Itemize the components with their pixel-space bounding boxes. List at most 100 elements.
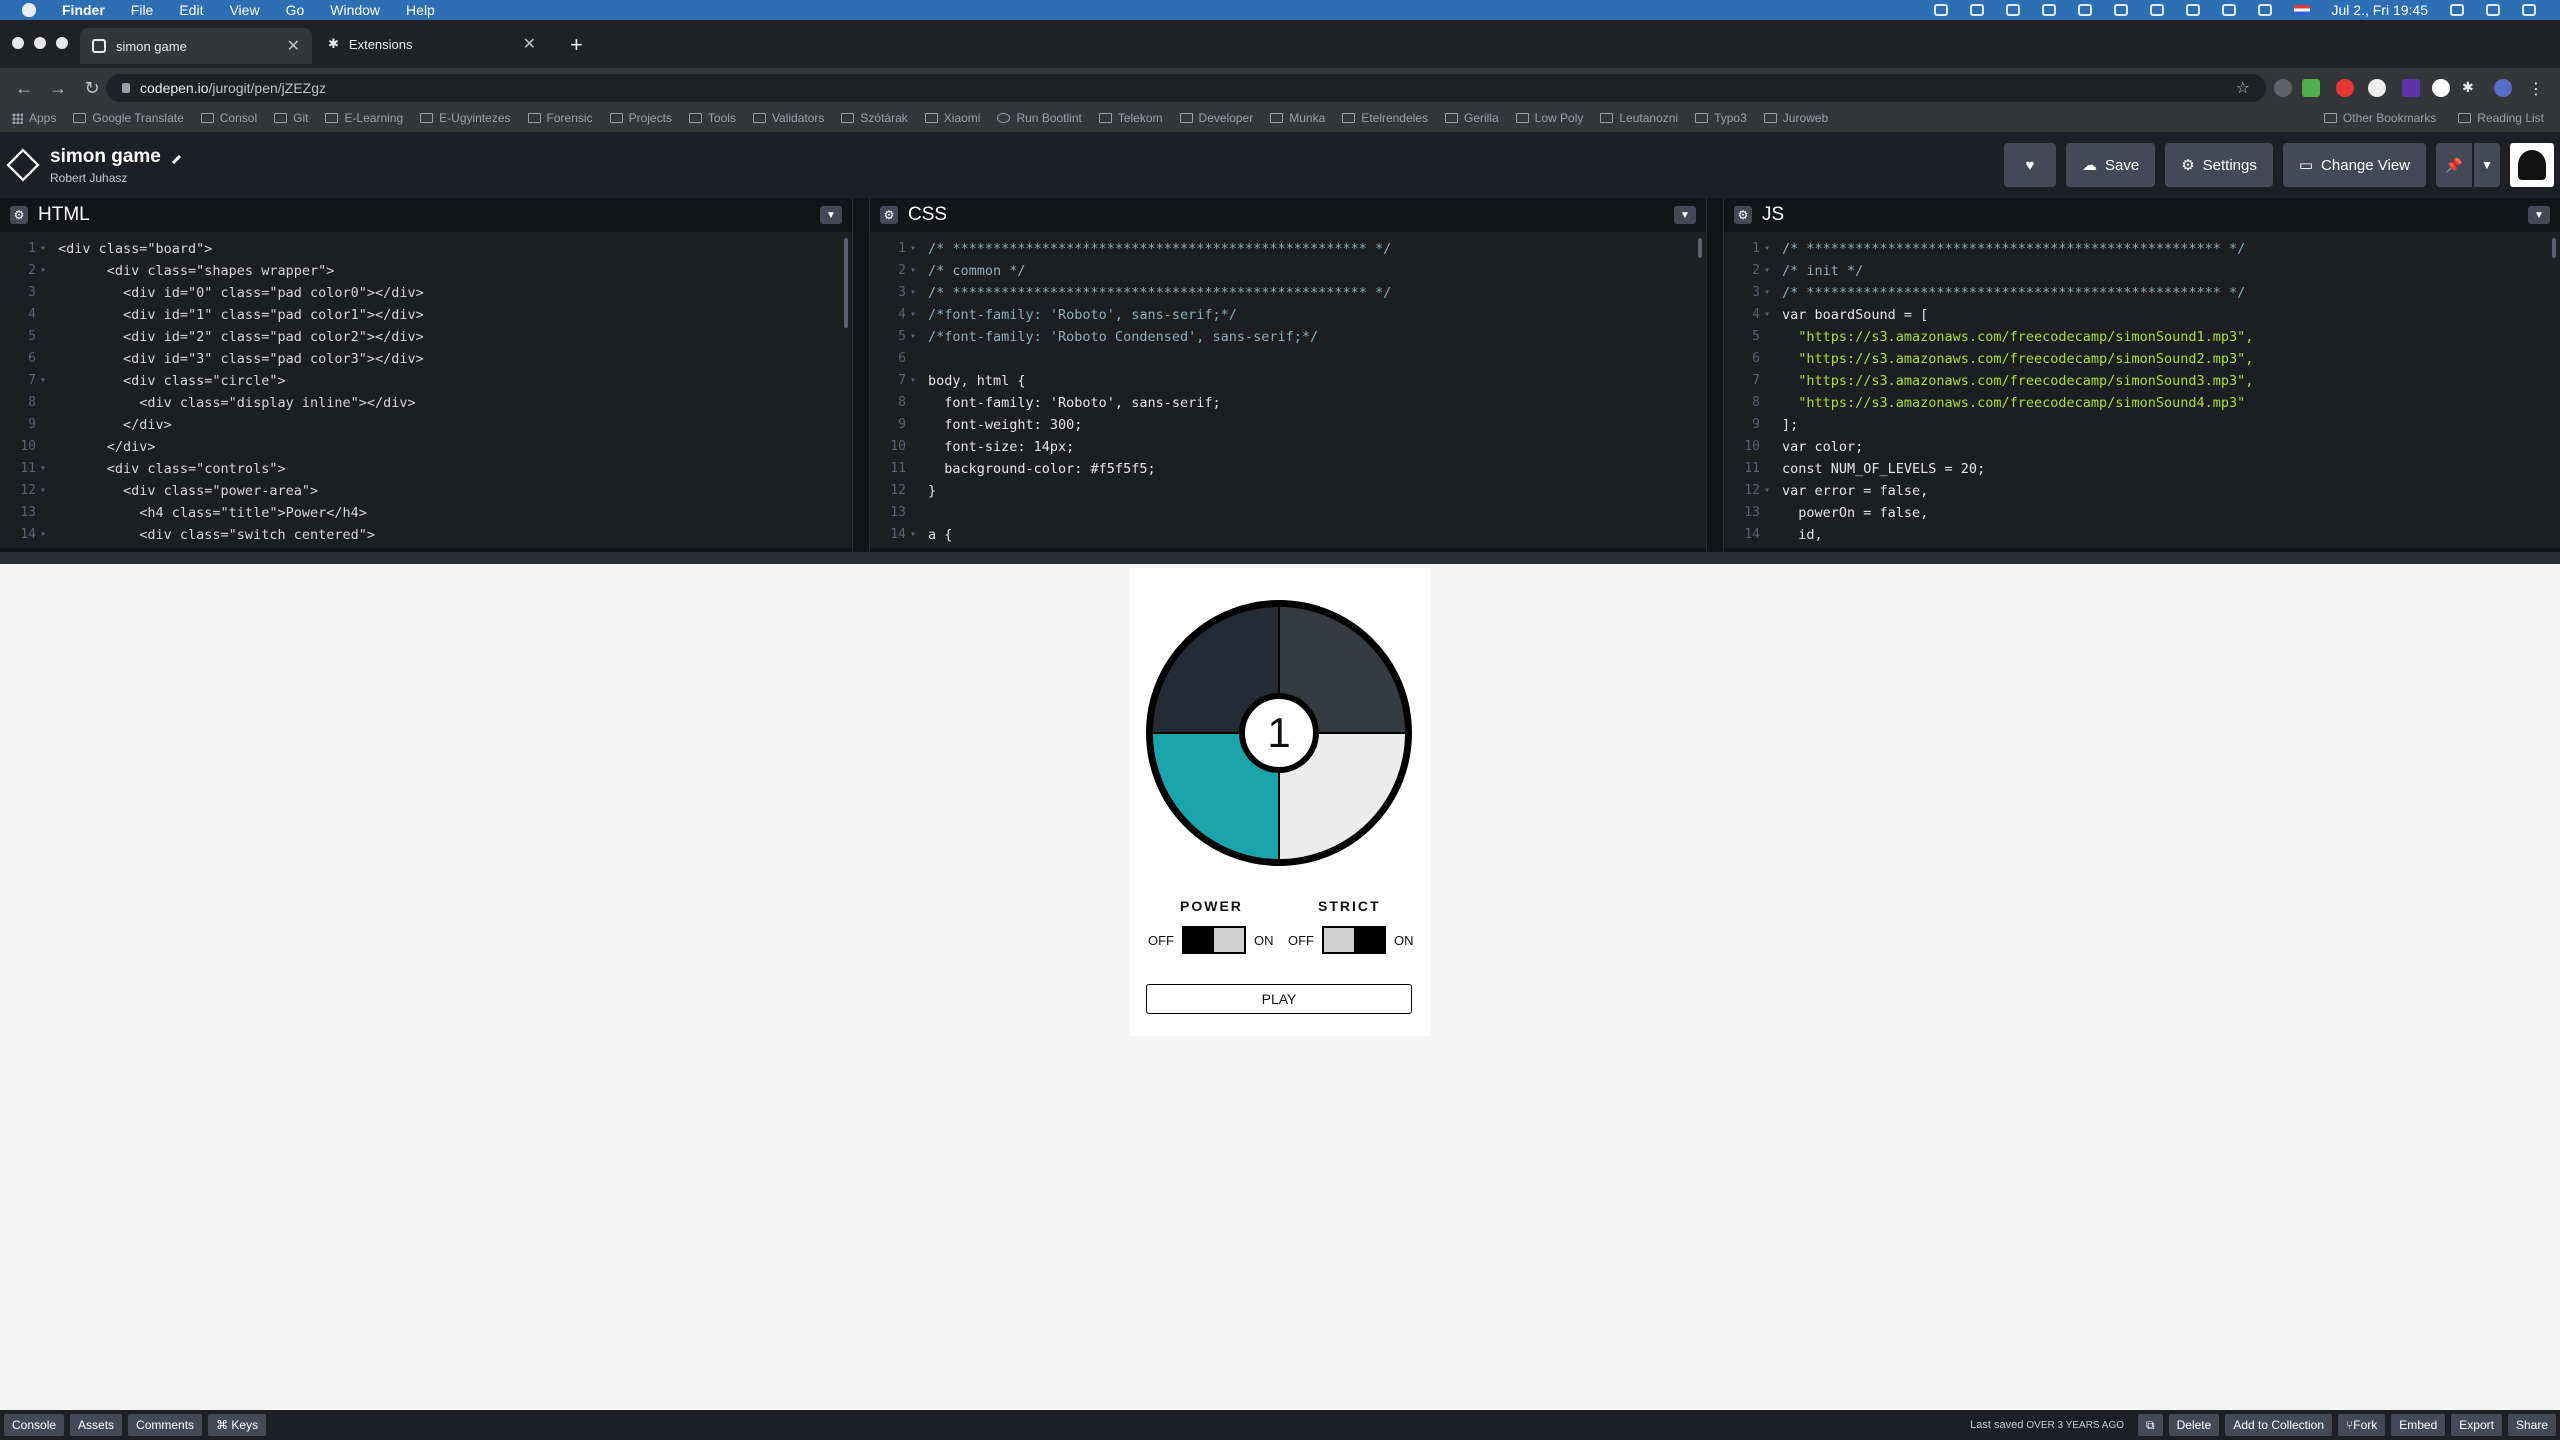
bookmark-folder[interactable]: Munka	[1270, 111, 1325, 125]
status-icon[interactable]	[1933, 4, 1948, 16]
tab-close-icon[interactable]: ✕	[523, 34, 536, 54]
fold-arrow-icon[interactable]	[40, 392, 52, 414]
menu-edit[interactable]: Edit	[179, 2, 203, 18]
bookmark-item[interactable]: Google Translate	[73, 111, 184, 125]
fold-arrow-icon[interactable]	[910, 458, 922, 480]
code-line[interactable]: 14 ▾ a {	[870, 524, 1706, 546]
code-line[interactable]: 1 ▾ /* ***********************************…	[1724, 238, 2560, 260]
console-button[interactable]: Console	[4, 1414, 65, 1436]
fold-arrow-icon[interactable]	[910, 392, 922, 414]
js-scrollbar[interactable]	[2552, 238, 2556, 258]
code-line[interactable]: 3 <div id="0" class="pad color0"></div>	[0, 282, 852, 304]
status-icon[interactable]	[2149, 4, 2164, 16]
status-icon[interactable]	[2077, 4, 2092, 16]
y-extension-icon[interactable]	[2432, 79, 2450, 97]
browser-tab-simon-game[interactable]: simon game ✕	[80, 28, 312, 64]
volume-icon[interactable]	[2257, 4, 2272, 16]
input-language-flag-icon[interactable]	[2293, 5, 2310, 15]
code-line[interactable]: 14 ▾ <div class="switch centered">	[0, 524, 852, 546]
bookmark-folder[interactable]: Projects	[609, 111, 672, 125]
bookmark-folder[interactable]: Gerilla	[1444, 111, 1499, 125]
bookmark-folder[interactable]: Tools	[688, 111, 736, 125]
window-zoom-button[interactable]	[56, 37, 68, 49]
other-bookmarks[interactable]: Other Bookmarks	[2323, 111, 2436, 125]
status-icon[interactable]	[2041, 4, 2056, 16]
open-external-button[interactable]: ⧉	[2138, 1414, 2163, 1436]
bookmark-folder[interactable]: E-Learning	[325, 111, 403, 125]
wifi-icon[interactable]	[2221, 4, 2236, 16]
fold-arrow-icon[interactable]: ▾	[1764, 304, 1776, 326]
fold-arrow-icon[interactable]: ▾	[1764, 238, 1776, 260]
extension-icon[interactable]	[2368, 79, 2386, 97]
code-line[interactable]: 3 ▾ /* ***********************************…	[1724, 282, 2560, 304]
code-line[interactable]: 9 font-weight: 300;	[870, 414, 1706, 436]
extension-icon[interactable]	[2402, 79, 2420, 97]
status-icon[interactable]	[2113, 4, 2128, 16]
code-line[interactable]: 6 <div id="3" class="pad color3"></div>	[0, 348, 852, 370]
js-code-editor[interactable]: 1 ▾ /* ***********************************…	[1724, 232, 2560, 546]
codepen-logo-icon[interactable]	[6, 148, 40, 182]
extension-icon[interactable]	[2274, 79, 2292, 97]
export-button[interactable]: Export	[2451, 1414, 2502, 1436]
code-line[interactable]: 1 ▾ /* ***********************************…	[870, 238, 1706, 260]
code-line[interactable]: 11 background-color: #f5f5f5;	[870, 458, 1706, 480]
pin-button[interactable]: 📌	[2436, 143, 2472, 187]
spotlight-search-icon[interactable]	[2450, 4, 2464, 16]
fold-arrow-icon[interactable]	[910, 348, 922, 370]
window-close-button[interactable]	[12, 37, 24, 49]
extension-icon[interactable]	[2302, 79, 2320, 97]
bookmark-folder[interactable]: Consol	[200, 111, 257, 125]
power-switch[interactable]	[1182, 926, 1246, 954]
html-scrollbar[interactable]	[844, 238, 848, 328]
back-arrow-icon[interactable]: ←	[14, 78, 34, 99]
comments-button[interactable]: Comments	[128, 1414, 203, 1436]
embed-button[interactable]: Embed	[2391, 1414, 2446, 1436]
js-settings-gear-icon[interactable]: ⚙	[1734, 206, 1752, 224]
fold-arrow-icon[interactable]: ▾	[910, 260, 922, 282]
assets-button[interactable]: Assets	[70, 1414, 123, 1436]
status-icon[interactable]	[1969, 4, 1984, 16]
fold-arrow-icon[interactable]	[40, 502, 52, 524]
bookmark-star-icon[interactable]: ☆	[2236, 78, 2250, 98]
menu-help[interactable]: Help	[406, 2, 435, 18]
bookmark-folder[interactable]: Forensic	[527, 111, 593, 125]
change-view-button[interactable]: ▭ Change View	[2282, 143, 2426, 187]
bookmark-folder[interactable]: Typo3	[1695, 111, 1747, 125]
fold-arrow-icon[interactable]: ▾	[910, 326, 922, 348]
fold-arrow-icon[interactable]	[1764, 326, 1776, 348]
pen-title[interactable]: simon game	[50, 146, 181, 168]
code-line[interactable]: 5 ▾ /*font-family: 'Roboto Condensed', san…	[870, 326, 1706, 348]
browser-tab-extensions[interactable]: ✱ Extensions ✕	[316, 28, 548, 60]
bookmark-folder[interactable]: Etelrendeles	[1342, 111, 1428, 125]
status-icon[interactable]	[2005, 4, 2020, 16]
pane-resizer[interactable]	[852, 198, 870, 564]
fold-arrow-icon[interactable]: ▾	[40, 480, 52, 502]
css-settings-gear-icon[interactable]: ⚙	[880, 206, 898, 224]
forward-arrow-icon[interactable]: →	[48, 78, 68, 99]
fork-button[interactable]: ⑂ Fork	[2338, 1414, 2386, 1436]
code-line[interactable]: 2 ▾ /* common */	[870, 260, 1706, 282]
code-line[interactable]: 11 const NUM_OF_LEVELS = 20;	[1724, 458, 2560, 480]
bookmark-folder[interactable]: Juroweb	[1763, 111, 1828, 125]
menu-app-name[interactable]: Finder	[62, 2, 105, 18]
fold-arrow-icon[interactable]: ▾	[910, 524, 922, 546]
code-line[interactable]: 7 "https://s3.amazonaws.com/freecodecamp…	[1724, 370, 2560, 392]
code-line[interactable]: 10 font-size: 14px;	[870, 436, 1706, 458]
bookmark-folder[interactable]: Xiaomi	[924, 111, 980, 125]
fold-arrow-icon[interactable]	[40, 326, 52, 348]
code-line[interactable]: 7 ▾ <div class="circle">	[0, 370, 852, 392]
save-button[interactable]: ☁ Save	[2066, 143, 2156, 187]
fold-arrow-icon[interactable]: ▾	[1764, 282, 1776, 304]
code-line[interactable]: 9];	[1724, 414, 2560, 436]
bookmark-folder[interactable]: Telekom	[1098, 111, 1163, 125]
menu-window[interactable]: Window	[330, 2, 380, 18]
code-line[interactable]: 12}	[870, 480, 1706, 502]
window-minimize-button[interactable]	[34, 37, 46, 49]
preview-resize-handle[interactable]	[0, 552, 2560, 564]
pencil-icon[interactable]	[166, 149, 181, 164]
fold-arrow-icon[interactable]: ▾	[910, 370, 922, 392]
fold-arrow-icon[interactable]	[910, 414, 922, 436]
fold-arrow-icon[interactable]	[1764, 436, 1776, 458]
fold-arrow-icon[interactable]	[1764, 502, 1776, 524]
extension-icon[interactable]	[2336, 79, 2354, 97]
